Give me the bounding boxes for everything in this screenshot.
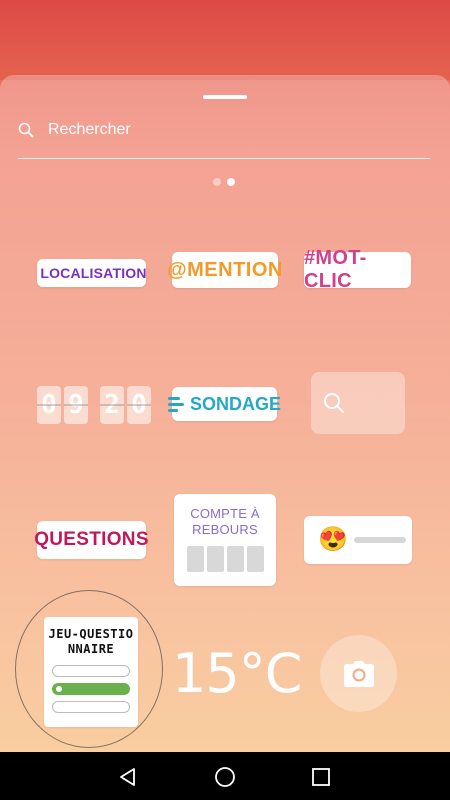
mention-label: @MENTION (167, 258, 283, 281)
search-icon (18, 122, 34, 138)
page-dot (213, 178, 221, 186)
gif-search-sticker[interactable] (311, 372, 405, 434)
countdown-sticker[interactable]: COMPTE À REBOURS (174, 494, 276, 586)
hashtag-sticker[interactable]: #MOT-CLIC (304, 247, 411, 292)
time-digit: 9 (64, 386, 88, 424)
system-navigation-bar (0, 752, 450, 800)
quiz-option (52, 701, 130, 713)
quiz-label: JEU-QUESTIO NNAIRE (48, 627, 134, 656)
search-input[interactable] (46, 120, 410, 140)
temperature-sticker[interactable]: 15°C (172, 642, 302, 706)
emoji-slider-sticker[interactable]: 😍 (304, 516, 412, 564)
page-dot-active (227, 178, 235, 186)
questions-label: QUESTIONS (34, 529, 149, 550)
heart-eyes-emoji-icon: 😍 (318, 526, 348, 553)
search-bar[interactable] (18, 116, 430, 144)
sheet-drag-handle[interactable] (203, 95, 247, 99)
quiz-option-correct (52, 683, 130, 695)
search-icon (324, 393, 344, 413)
page-indicator (213, 178, 235, 186)
poll-sticker[interactable]: SONDAGE (168, 387, 281, 421)
location-label: LOCALISATION (40, 265, 147, 281)
poll-lines-icon (168, 396, 184, 412)
home-circle-icon[interactable] (214, 766, 236, 788)
countdown-boxes (186, 546, 264, 572)
hashtag-label: #MOT-CLIC (304, 247, 367, 292)
quiz-option (52, 665, 130, 677)
location-sticker[interactable]: LOCALISATION (37, 259, 146, 287)
time-digit: 0 (127, 386, 151, 424)
camera-button[interactable] (320, 635, 397, 712)
mention-sticker[interactable]: @MENTION (167, 252, 282, 288)
quiz-sticker[interactable]: JEU-QUESTIO NNAIRE (44, 617, 138, 727)
search-divider (18, 158, 430, 159)
camera-icon (343, 660, 374, 687)
slider-track (353, 537, 406, 543)
background-strip (0, 0, 450, 80)
poll-label: SONDAGE (190, 393, 282, 414)
countdown-label: COMPTE À REBOURS (190, 506, 260, 537)
recent-square-icon[interactable] (310, 766, 332, 788)
questions-sticker[interactable]: QUESTIONS (34, 521, 149, 559)
time-digit: 2 (100, 386, 124, 424)
time-sticker[interactable]: 0 9 2 0 (37, 386, 151, 424)
time-digit: 0 (37, 386, 61, 424)
back-triangle-icon[interactable] (117, 766, 139, 788)
